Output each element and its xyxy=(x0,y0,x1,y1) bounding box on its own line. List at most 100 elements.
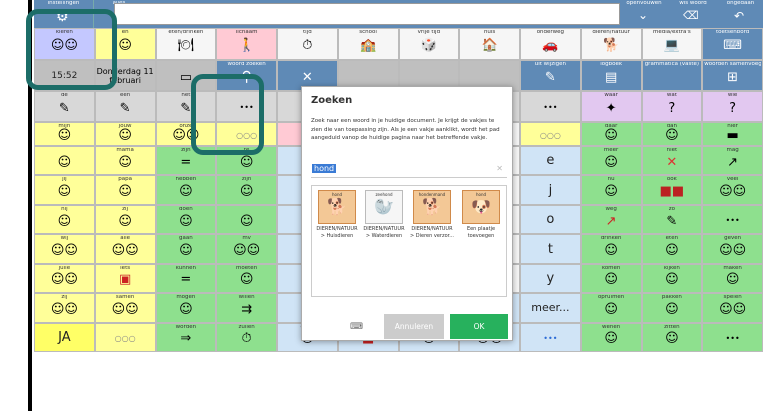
key-o[interactable]: o xyxy=(520,204,581,235)
cell-daar[interactable]: daar ☺ xyxy=(580,122,642,146)
cell-wenen[interactable]: wenen ☺ xyxy=(580,322,642,353)
cell-kijken[interactable]: kijken ☺ xyxy=(641,263,703,294)
result-item[interactable]: zeehond 🦭 DIEREN/NATUUR > Waterdieren xyxy=(362,190,406,239)
cell-ze[interactable]: zijn ☺ xyxy=(216,175,277,205)
cell-huis[interactable]: huis 🏠 xyxy=(459,28,520,60)
cell-geven[interactable]: geven ☺☺ xyxy=(702,234,763,264)
cell-pakken[interactable]: pakken ☺ xyxy=(641,293,703,323)
cell-ze-2[interactable]: ☺ xyxy=(216,204,277,235)
cell-toetsenbord[interactable]: toetsenbord ⌨ xyxy=(702,28,763,60)
cell-weg[interactable]: weg ↗ xyxy=(580,204,642,235)
cell-hebben[interactable]: hebben ☺ xyxy=(155,175,217,205)
cell-jouw-2[interactable]: ☺ xyxy=(34,146,95,176)
cell-vrije-tijd[interactable]: vrije tijd 🎲 xyxy=(398,28,460,60)
grammar-button[interactable]: grammatica (vaste) xyxy=(641,60,703,91)
cell-hij[interactable]: hij ☺ xyxy=(34,204,95,235)
cell-zitten[interactable]: zitten ☺ xyxy=(641,322,703,353)
cell-media[interactable]: media/extra's 💻 xyxy=(641,28,703,60)
result-item[interactable]: hond 🐕 DIEREN/NATUUR > Huisdieren xyxy=(315,190,359,239)
cell-komen[interactable]: komen ☺ xyxy=(580,263,642,294)
cell-zo[interactable]: zo ✎ xyxy=(641,204,703,235)
key-y[interactable]: y xyxy=(520,263,581,294)
cell-opruimen[interactable]: opruimen ☺ xyxy=(580,293,642,323)
cell-doen[interactable]: doen ☺ xyxy=(155,204,217,235)
cell-more-yellow[interactable]: ○○○ xyxy=(94,322,156,353)
result-item[interactable]: hondenmand 🐕 DIEREN/NATUUR > Dieren verzo… xyxy=(410,190,454,239)
expand-button[interactable]: openvouwen ⌄ xyxy=(620,0,668,28)
key-e[interactable]: e xyxy=(520,146,581,176)
cell-drinken[interactable]: drinken ☺ xyxy=(580,234,642,264)
cell-jouw[interactable]: jouw ☺ xyxy=(94,122,156,146)
cell-mama[interactable]: mama ☺ xyxy=(94,146,156,176)
cell-ja[interactable]: JA xyxy=(34,322,95,353)
cell-dan[interactable]: dan ☺ xyxy=(641,122,703,146)
cell-wat[interactable]: wat? xyxy=(641,91,703,122)
close-icon: ✕ xyxy=(301,69,313,85)
search-input[interactable]: hond ✕ xyxy=(311,162,507,178)
cell-maken[interactable]: maken ☺ xyxy=(702,263,763,294)
cell-nu[interactable]: nu ☺ xyxy=(580,175,642,205)
cell-zij[interactable]: zij ☺☺ xyxy=(34,293,95,323)
clear-word-button[interactable]: wis woord ⌫ xyxy=(669,0,717,28)
cell-veel[interactable]: veel ☺☺ xyxy=(702,175,763,205)
cell-more-g[interactable]: ••• xyxy=(702,204,763,235)
cell-niet[interactable]: niet ✕ xyxy=(641,146,703,176)
cell-jij[interactable]: jij ☺ xyxy=(34,175,95,205)
key-meer[interactable]: meer... xyxy=(520,293,581,323)
message-window[interactable] xyxy=(114,3,620,25)
cell-kunnen[interactable]: kunnen = xyxy=(155,263,217,294)
cell-willen[interactable]: willen ⇉ xyxy=(216,293,277,323)
cell-eten-drinken[interactable]: eten/drinken 🍽 xyxy=(155,28,217,60)
person-icon: ☺ xyxy=(118,213,132,229)
keyboard-icon[interactable]: ⌨ xyxy=(350,322,363,332)
result-item[interactable]: hond 🐶 Een plaatje toevoegen xyxy=(459,190,503,239)
cell-de[interactable]: de ✎ xyxy=(34,91,95,122)
cell-papa[interactable]: papa ☺ xyxy=(94,175,156,205)
cell-waar[interactable]: waar ✦ xyxy=(580,91,642,122)
cell-more-3[interactable]: ••• xyxy=(520,91,581,122)
cell-spelen[interactable]: spelen ☺☺ xyxy=(702,293,763,323)
cell-lichaam[interactable]: lichaam 🚶 xyxy=(216,28,277,60)
cell-zij-2[interactable]: zij ☺ xyxy=(94,204,156,235)
merge-words-button[interactable]: woorden samenvoegen⊞ xyxy=(702,60,763,91)
cell-julie[interactable]: julie ☺☺ xyxy=(34,263,95,294)
person-icon: ☺ xyxy=(239,154,254,170)
cell-alle[interactable]: alle ☺☺ xyxy=(94,234,156,264)
ok-button[interactable]: OK xyxy=(450,314,508,339)
cell-mag[interactable]: mag ↗ xyxy=(702,146,763,176)
cell-tijd[interactable]: tijd ⏱ xyxy=(277,28,338,60)
cell-meer[interactable]: meer ☺ xyxy=(580,146,642,176)
cell-mogen[interactable]: mogen ☺ xyxy=(155,293,217,323)
cell-dieren-natuur[interactable]: dieren/natuur 🐕 xyxy=(580,28,642,60)
arrow-icon: ↗ xyxy=(605,213,617,229)
cell-eten[interactable]: eten ☺ xyxy=(641,234,703,264)
cell-wij[interactable]: wij ☺☺ xyxy=(34,234,95,264)
cell-mv[interactable]: mv ☺☺ xyxy=(216,234,277,264)
logbook-button[interactable]: logboek ▤ xyxy=(580,60,642,91)
cell-onderweg[interactable]: onderweg 🚗 xyxy=(520,28,581,60)
cell-mijn[interactable]: mijn ☺ xyxy=(34,122,95,146)
cell-more-green2[interactable]: ••• xyxy=(702,322,763,353)
cell-gaan[interactable]: gaan ☺ xyxy=(155,234,217,264)
undo-button[interactable]: ongedaan ↶ xyxy=(718,0,763,28)
cell-moeten[interactable]: moeten ☺ xyxy=(216,263,277,294)
pointer-icon: ✎ xyxy=(180,100,192,116)
cell-more-blue[interactable]: ••• xyxy=(520,322,581,353)
cancel-button[interactable]: Annuleren xyxy=(384,314,444,339)
cell-iets[interactable]: iets ▣ xyxy=(94,263,156,294)
cell-samen[interactable]: samen ☺☺ xyxy=(94,293,156,323)
edit-button[interactable]: uit wijzigen ✎ xyxy=(520,60,581,91)
key-j[interactable]: j xyxy=(520,175,581,205)
cell-een[interactable]: een ✎ xyxy=(94,91,156,122)
key-t[interactable]: t xyxy=(520,234,581,264)
cell-ook[interactable]: ook ■■ xyxy=(641,175,703,205)
cell-worden[interactable]: worden ⇒ xyxy=(155,322,217,353)
person-icon: ☺ xyxy=(118,128,132,143)
cell-hier[interactable]: hier ▬ xyxy=(702,122,763,146)
clear-icon[interactable]: ✕ xyxy=(496,164,503,173)
person-icon: ☺ xyxy=(239,213,254,229)
cell-wie[interactable]: wie? xyxy=(702,91,763,122)
cell-school[interactable]: school 🏫 xyxy=(337,28,399,60)
cell-more-right[interactable]: ○○○ xyxy=(520,122,581,146)
cell-zullen[interactable]: zullen ⏱ xyxy=(216,322,277,353)
